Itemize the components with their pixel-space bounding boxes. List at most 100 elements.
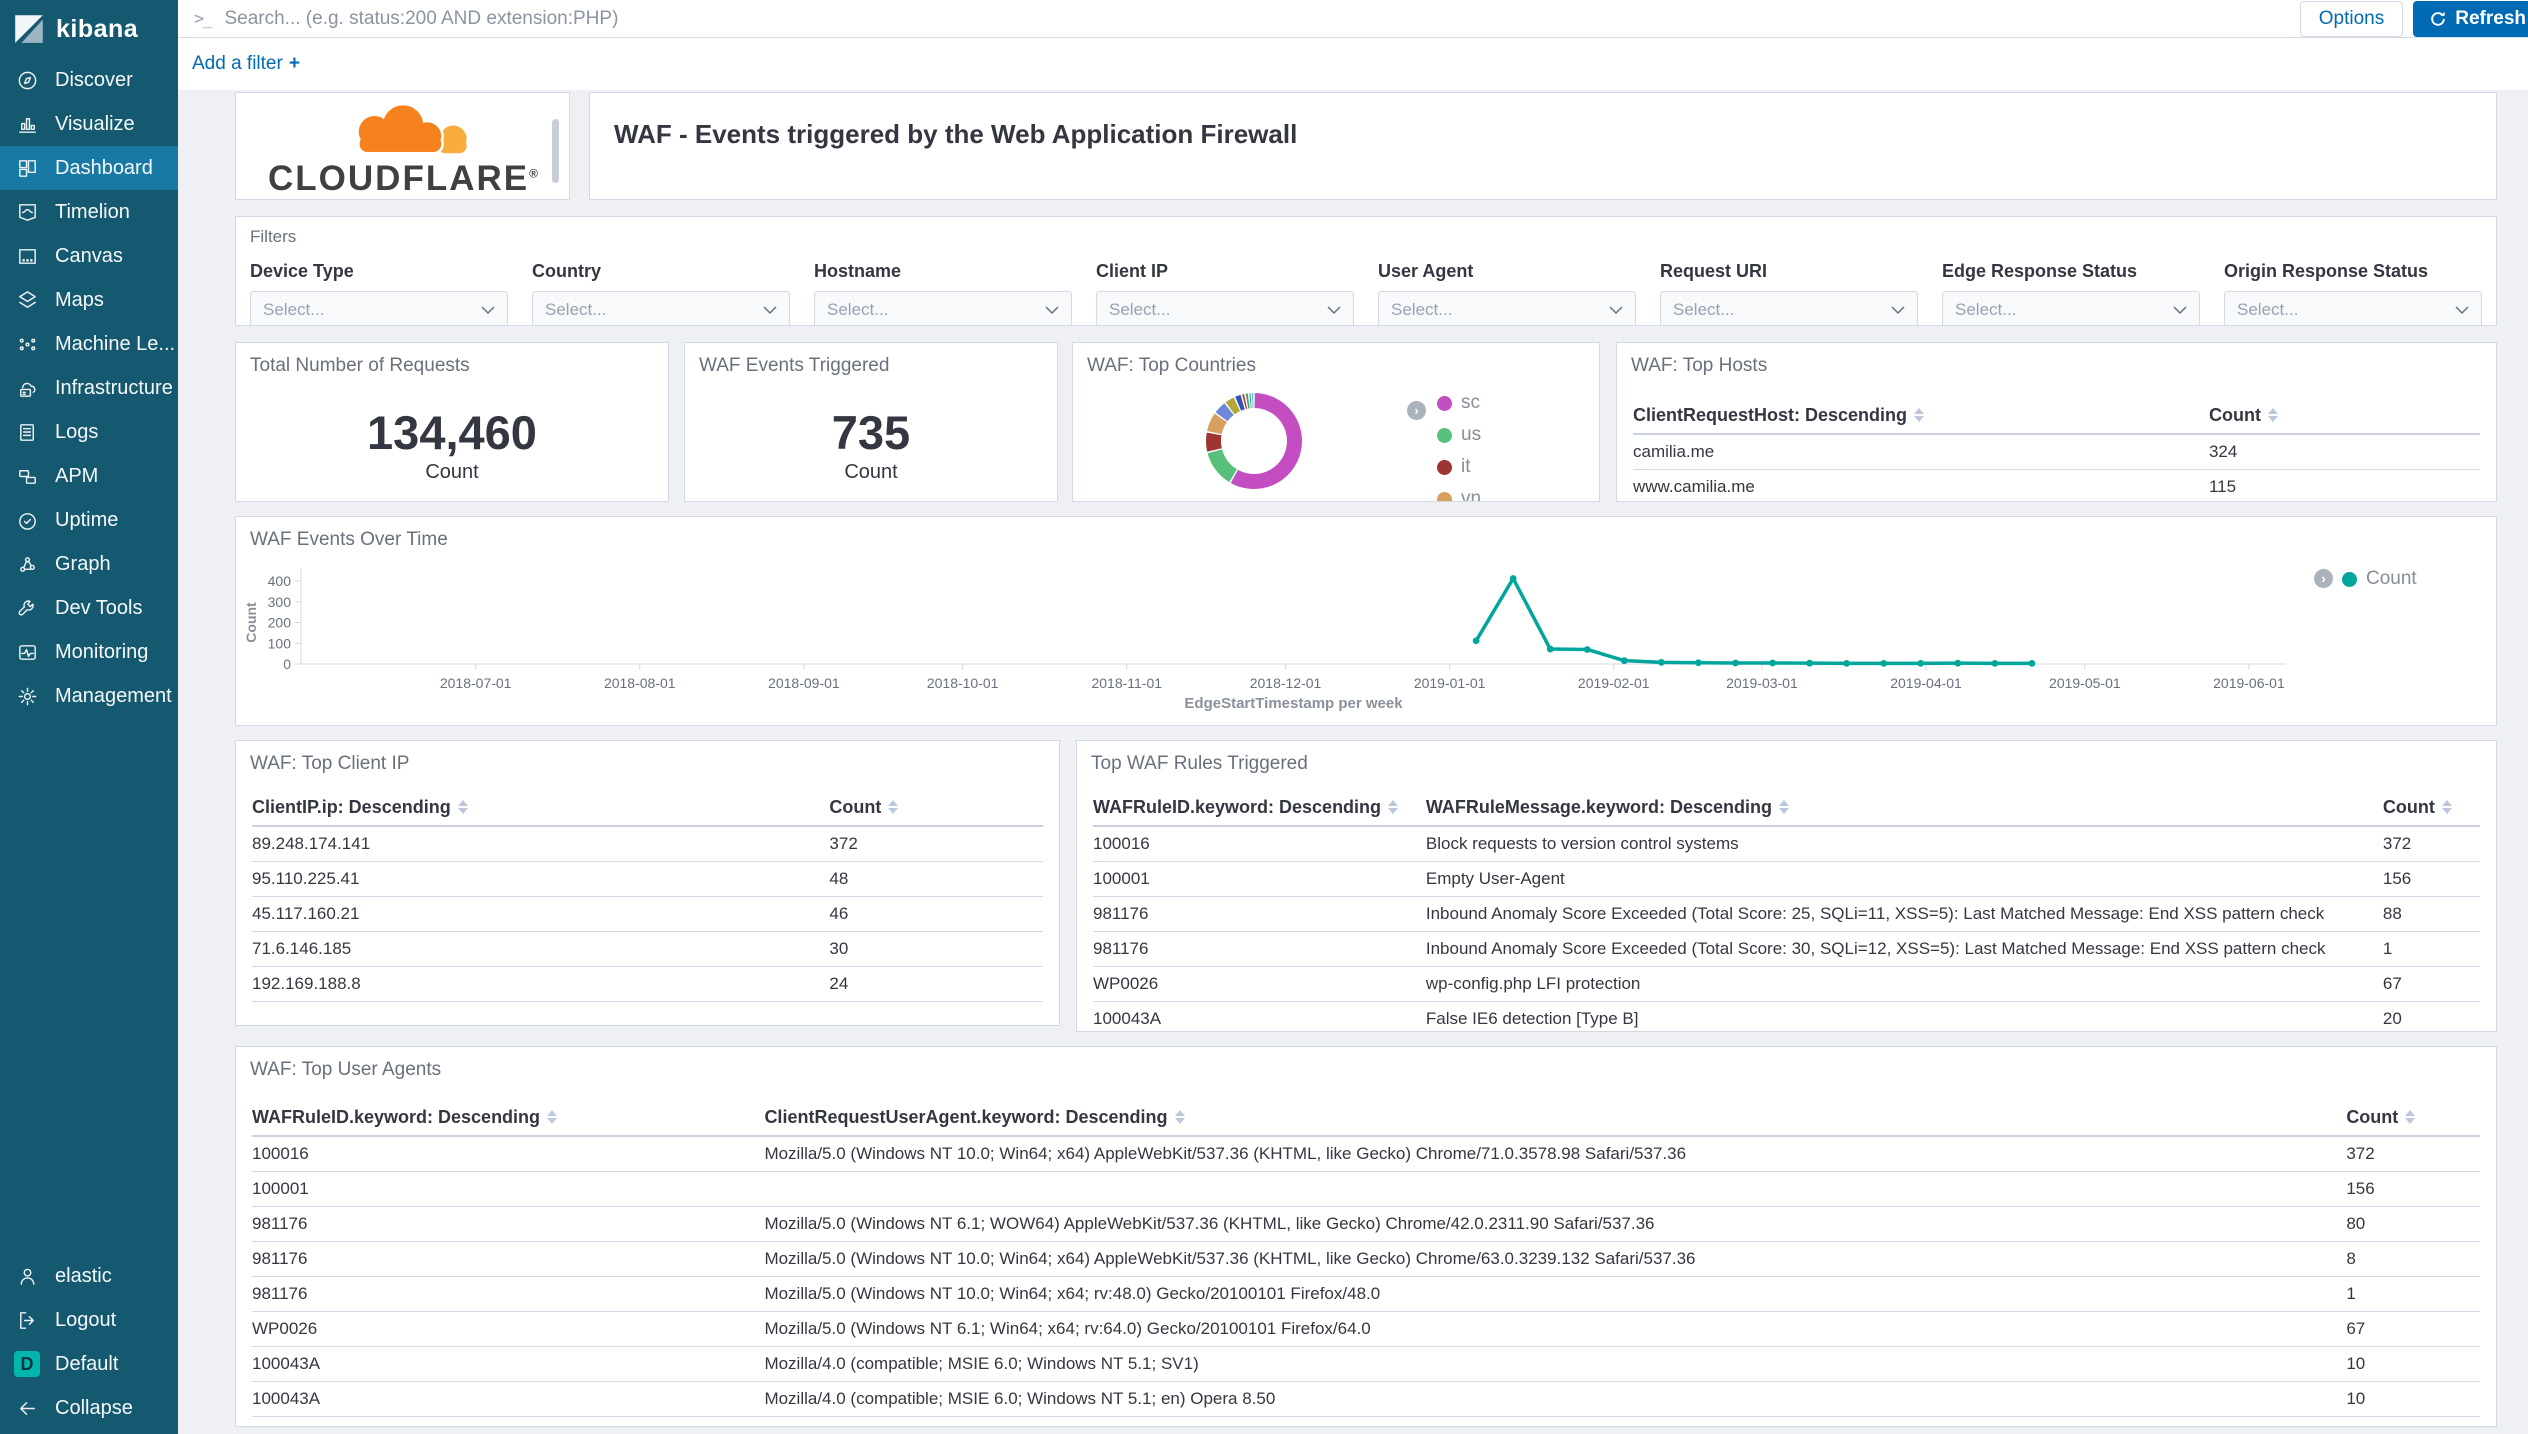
sort-icon[interactable]: [2405, 1110, 2415, 1124]
table-row[interactable]: 71.6.146.18530: [252, 932, 1043, 967]
donut-slice-it[interactable]: [1214, 434, 1215, 450]
table-cell: www.camilia.me: [1633, 470, 2209, 502]
legend-label: Count: [2366, 568, 2417, 590]
table-row[interactable]: 981176Mozilla/5.0 (Windows NT 6.1; WOW64…: [252, 1207, 2480, 1242]
sidebar-item-logs[interactable]: Logs: [0, 410, 178, 454]
filter-select-origin-response-status[interactable]: Select...: [2224, 291, 2482, 326]
svg-text:2019-01-01: 2019-01-01: [1414, 675, 1486, 691]
column-header[interactable]: Count: [829, 789, 1043, 825]
table-row[interactable]: 45.117.160.2146: [252, 897, 1043, 932]
filter-select-edge-response-status[interactable]: Select...: [1942, 291, 2200, 326]
legend-item-it[interactable]: it: [1437, 451, 1481, 483]
column-header-label: Count: [2383, 797, 2435, 818]
filter-select-client-ip[interactable]: Select...: [1096, 291, 1354, 326]
sort-icon[interactable]: [547, 1110, 557, 1124]
legend-item-count[interactable]: Count: [2342, 563, 2417, 595]
legend-expand-icon[interactable]: ›: [1407, 401, 1426, 420]
sidebar-item-machine-le[interactable]: Machine Le...: [0, 322, 178, 366]
column-header[interactable]: Count: [2209, 397, 2480, 433]
sidebar-footer-elastic[interactable]: elastic: [0, 1254, 178, 1298]
legend-swatch: [1437, 492, 1452, 503]
table-row[interactable]: 100043AFalse IE6 detection [Type B]20: [1093, 1002, 2480, 1032]
options-button[interactable]: Options: [2300, 1, 2403, 37]
sort-icon[interactable]: [1914, 408, 1924, 422]
sort-icon[interactable]: [458, 800, 468, 814]
donut-slice-vn[interactable]: [1214, 418, 1220, 433]
filter-select-country[interactable]: Select...: [532, 291, 790, 326]
refresh-button[interactable]: Refresh: [2413, 1, 2528, 37]
table-row[interactable]: www.camilia.me115: [1633, 470, 2480, 502]
sidebar-footer-collapse[interactable]: Collapse: [0, 1386, 178, 1430]
legend-item-sc[interactable]: sc: [1437, 387, 1481, 419]
timelion-icon: [14, 199, 40, 225]
sidebar-item-dashboard[interactable]: Dashboard: [0, 146, 178, 190]
events-over-time-chart[interactable]: 01002003004002018-07-012018-08-012018-09…: [236, 517, 2496, 726]
sidebar-item-visualize[interactable]: Visualize: [0, 102, 178, 146]
sidebar-footer-logout[interactable]: Logout: [0, 1298, 178, 1342]
column-header[interactable]: WAFRuleMessage.keyword: Descending: [1426, 789, 2383, 825]
table-row[interactable]: 100016Mozilla/5.0 (Windows NT 10.0; Win6…: [252, 1137, 2480, 1172]
table-row[interactable]: 100043AMozilla/4.0 (compatible; MSIE 6.0…: [252, 1347, 2480, 1382]
table-row[interactable]: 100016Block requests to version control …: [1093, 827, 2480, 862]
filter-select-hostname[interactable]: Select...: [814, 291, 1072, 326]
sidebar-item-graph[interactable]: Graph: [0, 542, 178, 586]
legend-expand-icon[interactable]: ›: [2314, 569, 2333, 588]
donut-slice[interactable]: [1222, 409, 1229, 417]
metric-label: Count: [685, 461, 1057, 484]
sidebar-item-canvas[interactable]: Canvas: [0, 234, 178, 278]
donut-slice-sc[interactable]: [1234, 401, 1294, 482]
sidebar-item-timelion[interactable]: Timelion: [0, 190, 178, 234]
column-header[interactable]: Count: [2383, 789, 2480, 825]
sort-icon[interactable]: [1779, 800, 1789, 814]
table-cell: 30: [829, 932, 1043, 966]
panel-scrollbar[interactable]: [552, 119, 559, 183]
table-row[interactable]: 192.169.188.824: [252, 967, 1043, 1002]
table-row[interactable]: 981176Inbound Anomaly Score Exceeded (To…: [1093, 932, 2480, 967]
column-header[interactable]: Count: [2346, 1099, 2480, 1135]
sort-icon[interactable]: [1388, 800, 1398, 814]
donut-slice[interactable]: [1230, 404, 1237, 408]
sidebar-item-management[interactable]: Management: [0, 674, 178, 718]
column-header[interactable]: WAFRuleID.keyword: Descending: [252, 1099, 764, 1135]
sidebar-item-apm[interactable]: APM: [0, 454, 178, 498]
table-row[interactable]: 100001156: [252, 1172, 2480, 1207]
column-header-label: ClientRequestUserAgent.keyword: Descendi…: [764, 1107, 1167, 1128]
legend-item-vn[interactable]: vn: [1437, 483, 1481, 502]
filter-select-request-uri[interactable]: Select...: [1660, 291, 1918, 326]
sidebar-item-monitoring[interactable]: Monitoring: [0, 630, 178, 674]
table-cell: 48: [829, 862, 1043, 896]
kibana-logo[interactable]: kibana: [0, 0, 178, 58]
filter-select-device-type[interactable]: Select...: [250, 291, 508, 326]
table-row[interactable]: 95.110.225.4148: [252, 862, 1043, 897]
sidebar-item-dev-tools[interactable]: Dev Tools: [0, 586, 178, 630]
sidebar-item-discover[interactable]: Discover: [0, 58, 178, 102]
add-filter-link[interactable]: Add a filter+: [192, 53, 300, 75]
legend-item-us[interactable]: us: [1437, 419, 1481, 451]
table-row[interactable]: 981176Mozilla/5.0 (Windows NT 10.0; Win6…: [252, 1242, 2480, 1277]
table-row[interactable]: WP0026Mozilla/5.0 (Windows NT 6.1; Win64…: [252, 1312, 2480, 1347]
column-header[interactable]: ClientRequestUserAgent.keyword: Descendi…: [764, 1099, 2346, 1135]
column-header[interactable]: ClientRequestHost: Descending: [1633, 397, 2209, 433]
donut-slice-us[interactable]: [1215, 451, 1233, 475]
donut-slice[interactable]: [1238, 402, 1242, 404]
sort-icon[interactable]: [2442, 800, 2452, 814]
table-row[interactable]: 89.248.174.141372: [252, 827, 1043, 862]
sort-icon[interactable]: [1175, 1110, 1185, 1124]
sort-icon[interactable]: [2268, 408, 2278, 422]
table-row[interactable]: WP0026wp-config.php LFI protection67: [1093, 967, 2480, 1002]
table-row[interactable]: 100043AMozilla/4.0 (compatible; MSIE 6.0…: [252, 1382, 2480, 1417]
sidebar-item-maps[interactable]: Maps: [0, 278, 178, 322]
table-row[interactable]: 981176Inbound Anomaly Score Exceeded (To…: [1093, 897, 2480, 932]
column-header[interactable]: ClientIP.ip: Descending: [252, 789, 829, 825]
sidebar-item-infrastructure[interactable]: Infrastructure: [0, 366, 178, 410]
filter-select-user-agent[interactable]: Select...: [1378, 291, 1636, 326]
nav-item-label: Logs: [55, 421, 98, 444]
sort-icon[interactable]: [888, 800, 898, 814]
column-header[interactable]: WAFRuleID.keyword: Descending: [1093, 789, 1426, 825]
sidebar-item-uptime[interactable]: Uptime: [0, 498, 178, 542]
search-input[interactable]: Search... (e.g. status:200 AND extension…: [224, 8, 2299, 30]
table-row[interactable]: 981176Mozilla/5.0 (Windows NT 10.0; Win6…: [252, 1277, 2480, 1312]
table-row[interactable]: 100001Empty User-Agent156: [1093, 862, 2480, 897]
sidebar-footer-default[interactable]: DDefault: [0, 1342, 178, 1386]
table-row[interactable]: camilia.me324: [1633, 435, 2480, 470]
